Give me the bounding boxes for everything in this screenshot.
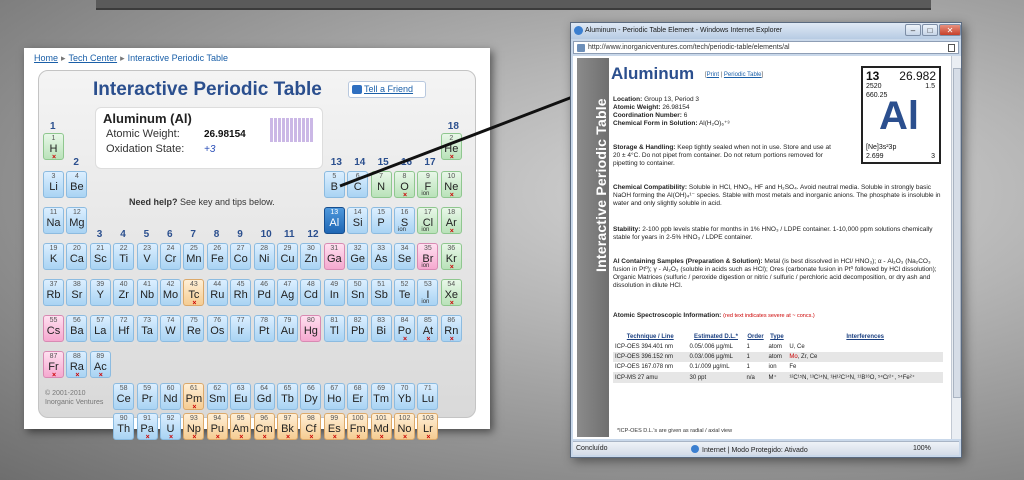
page-icon bbox=[577, 44, 585, 52]
table-row: ICP-OES 396.152 nm 0.03/.006 µg/mL 1 atom Mo… bbox=[613, 352, 943, 362]
table-cell: 0.1/.009 µg/mL bbox=[689, 364, 730, 370]
chemical-form-label: Chemical Form in Solution: bbox=[613, 120, 698, 127]
atomic-weight-line: Atomic Weight: 26.98154 bbox=[613, 104, 689, 112]
status-text: Concluído bbox=[576, 445, 608, 452]
table-row: ICP-OES 394.401 nm 0.05/.006 µg/mL 1 atom U,… bbox=[613, 342, 943, 352]
side-banner: Interactive Periodic Table bbox=[577, 58, 609, 437]
tile-density: 2.699 bbox=[866, 153, 884, 160]
table-cell: ion bbox=[768, 364, 777, 370]
ie-icon bbox=[574, 26, 583, 35]
table-cell: ICP-OES 396.152 nm bbox=[613, 352, 688, 362]
tile-electron-config: [Ne]3s²3p bbox=[866, 144, 897, 151]
table-cell: Mo, Zr, Ce bbox=[787, 352, 943, 362]
tile-boiling-point: 2520 bbox=[866, 83, 882, 90]
table-cell: ICP-MS 27 amu bbox=[613, 372, 688, 383]
tile-symbol: Al bbox=[879, 94, 919, 138]
table-cell: ¹²C¹⁵N, ¹³C¹⁴N, ¹H¹²C¹⁴N, ¹¹B¹⁶O, ⁵⁴Cr²⁺… bbox=[787, 372, 943, 383]
address-bar[interactable]: http://www.inorganicventures.com/tech/pe… bbox=[573, 41, 959, 54]
window-title: Aluminum - Periodic Table Element - Wind… bbox=[585, 27, 783, 34]
coordination-label: Coordination Number: bbox=[613, 112, 682, 119]
table-header-row: Technique / Line Estimated D.L.* Order Type… bbox=[613, 332, 943, 342]
tile-oxidation: 3 bbox=[931, 153, 935, 160]
close-button[interactable]: ✕ bbox=[939, 24, 961, 36]
atomic-weight-label: Atomic Weight: bbox=[613, 104, 661, 111]
compatibility-section: Chemical Compatibility: Soluble in HCl, … bbox=[613, 184, 943, 208]
table-cell: atom bbox=[766, 352, 788, 362]
header-links: [Print | Periodic Table] bbox=[705, 72, 764, 78]
spectroscopic-note: (red text indicates severe at ~ concs.) bbox=[723, 313, 815, 319]
spectroscopy-table: Technique / Line Estimated D.L.* Order Type… bbox=[613, 332, 943, 383]
samples-section: Al Containing Samples (Preparation & Sol… bbox=[613, 258, 943, 290]
table-cell: 1 bbox=[746, 344, 750, 350]
table-cell: 0.03/.006 µg/mL bbox=[687, 352, 745, 362]
column-header[interactable]: Order bbox=[745, 332, 767, 342]
table-cell: 0.05/.006 µg/mL bbox=[689, 344, 733, 350]
stability-section: Stability: 2-100 ppb levels stable for m… bbox=[613, 226, 943, 242]
storage-label: Storage & Handling: bbox=[613, 144, 676, 151]
periodic-table-link[interactable]: Periodic Table bbox=[724, 72, 762, 78]
table-row: ICP-MS 27 amu 30 ppt n/a M⁺ ¹²C¹⁵N, ¹³C¹⁴N, … bbox=[613, 372, 943, 383]
globe-icon bbox=[691, 445, 699, 453]
status-bar: Concluído Internet | Modo Protegido: Ati… bbox=[573, 441, 959, 455]
compatibility-label: Chemical Compatibility: bbox=[613, 184, 688, 191]
compat-icon[interactable] bbox=[948, 44, 955, 52]
element-tile: 13 26.982 2520 1.5 660.25 Al [Ne]3s²3p 2… bbox=[861, 66, 941, 164]
scrollbar-thumb[interactable] bbox=[953, 68, 961, 398]
column-header[interactable]: Interferences bbox=[787, 332, 943, 342]
stability-text: 2-100 ppb levels stable for months in 1%… bbox=[613, 226, 933, 241]
tile-atomic-number: 13 bbox=[866, 69, 880, 83]
location-label: Location: bbox=[613, 96, 643, 103]
minimize-button[interactable]: – bbox=[905, 24, 921, 36]
page-content: Interactive Periodic Table Aluminum [Pri… bbox=[573, 56, 951, 439]
zone-text: Internet | Modo Protegido: Ativado bbox=[702, 447, 808, 454]
column-header[interactable]: Technique / Line bbox=[613, 332, 687, 342]
coordination-value: 6 bbox=[683, 112, 688, 119]
table-cell: Fe bbox=[789, 364, 797, 370]
column-header[interactable]: Estimated D.L.* bbox=[687, 332, 744, 342]
stability-label: Stability: bbox=[613, 226, 641, 233]
samples-label: Al Containing Samples (Preparation & Sol… bbox=[613, 258, 763, 265]
element-title: Aluminum bbox=[611, 64, 695, 83]
table-row: ICP-OES 167.078 nm 0.1/.009 µg/mL 1 ion Fe bbox=[613, 362, 943, 372]
table-cell: 1 bbox=[746, 364, 750, 370]
tile-electronegativity: 1.5 bbox=[925, 83, 935, 90]
table-cell: 30 ppt bbox=[687, 372, 745, 383]
table-cell: ICP-OES 167.078 nm bbox=[615, 364, 674, 370]
maximize-button[interactable]: □ bbox=[922, 24, 938, 36]
zone-indicator: Internet | Modo Protegido: Ativado bbox=[691, 445, 808, 454]
chemical-form-line: Chemical Form in Solution: Al(H₂O)₆⁺³ bbox=[613, 120, 730, 128]
table-cell: atom bbox=[768, 344, 782, 350]
zoom-level[interactable]: 100% bbox=[913, 445, 931, 452]
table-footnote: *ICP-OES D.L.'s are given as radial / ax… bbox=[617, 428, 733, 434]
storage-section: Storage & Handling: Keep tightly sealed … bbox=[613, 144, 835, 168]
column-header[interactable]: Type bbox=[767, 332, 788, 342]
side-banner-text: Interactive Periodic Table bbox=[593, 98, 609, 272]
table-cell: M⁺ bbox=[766, 372, 788, 383]
table-cell: 1 bbox=[744, 352, 767, 362]
url-text: http://www.inorganicventures.com/tech/pe… bbox=[588, 44, 790, 51]
location-value: Group 13, Period 3 bbox=[644, 96, 699, 103]
tile-atomic-weight: 26.982 bbox=[899, 69, 936, 83]
atomic-weight-value: 26.98154 bbox=[662, 104, 690, 111]
browser-window: Aluminum - Periodic Table Element - Wind… bbox=[570, 22, 962, 458]
scrollbar[interactable] bbox=[951, 56, 961, 439]
table-cell: n/a bbox=[744, 372, 767, 383]
table-body: ICP-OES 394.401 nm 0.05/.006 µg/mL 1 atom U,… bbox=[613, 342, 943, 383]
spectroscopic-heading: Atomic Spectroscopic Information: (red t… bbox=[613, 312, 815, 320]
coordination-line: Coordination Number: 6 bbox=[613, 112, 687, 120]
window-title-bar: Aluminum - Periodic Table Element - Wind… bbox=[571, 23, 961, 39]
location-line: Location: Group 13, Period 3 bbox=[613, 96, 699, 104]
table-cell: U, Ce bbox=[789, 344, 805, 350]
table-cell: ICP-OES 394.401 nm bbox=[615, 344, 674, 350]
chemical-form-value: Al(H₂O)₆⁺³ bbox=[698, 120, 730, 127]
spectroscopic-label: Atomic Spectroscopic Information: bbox=[613, 312, 722, 319]
print-link[interactable]: Print bbox=[707, 72, 719, 78]
